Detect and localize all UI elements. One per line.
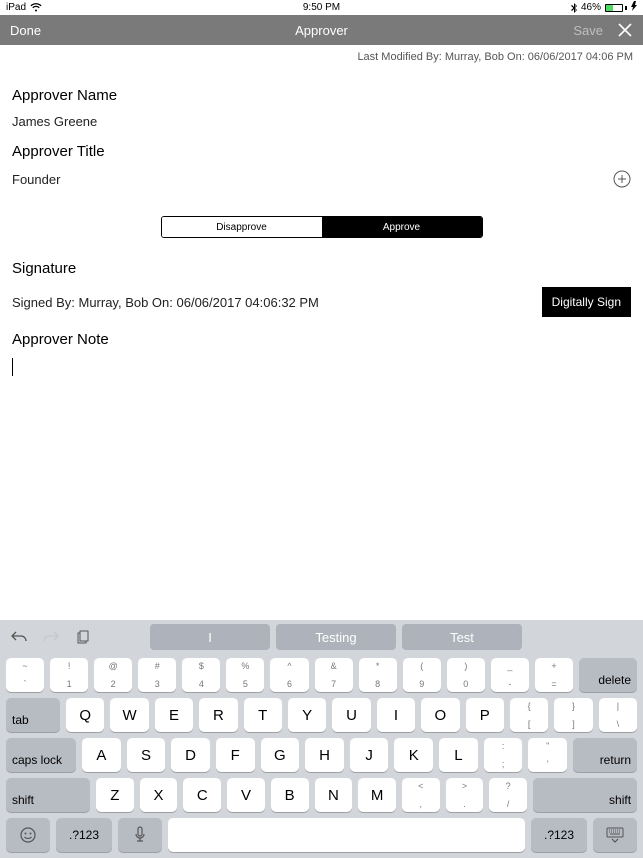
key-`[interactable]: ~` — [6, 658, 44, 692]
approver-note-label: Approver Note — [12, 331, 631, 348]
key-p[interactable]: P — [466, 698, 504, 732]
key-s[interactable]: S — [127, 738, 166, 772]
key-8[interactable]: *8 — [359, 658, 397, 692]
key-punct[interactable]: <, — [402, 778, 440, 812]
key-6[interactable]: ^6 — [270, 658, 308, 692]
suggestion-2[interactable]: Testing — [276, 624, 396, 650]
save-button[interactable]: Save — [573, 23, 603, 38]
key-hide-keyboard[interactable] — [593, 818, 637, 852]
key-9[interactable]: (9 — [403, 658, 441, 692]
key-i[interactable]: I — [377, 698, 415, 732]
key-numbers-right[interactable]: .?123 — [531, 818, 587, 852]
keyboard-suggestions: I Testing Test — [150, 624, 635, 650]
undo-icon[interactable] — [8, 626, 30, 648]
approve-button[interactable]: Approve — [322, 217, 482, 237]
key-shift-right[interactable]: shift — [533, 778, 637, 812]
key-m[interactable]: M — [358, 778, 396, 812]
battery-icon — [605, 4, 627, 12]
key-q[interactable]: Q — [66, 698, 104, 732]
page-title: Approver — [0, 23, 643, 38]
key-emoji[interactable] — [6, 818, 50, 852]
device-name: iPad — [6, 2, 26, 13]
key-r[interactable]: R — [199, 698, 237, 732]
key-l[interactable]: L — [439, 738, 478, 772]
on-screen-keyboard: I Testing Test ~`!1@2#3$4%5^6&7*8(9)0_-+… — [0, 620, 643, 858]
digitally-sign-button[interactable]: Digitally Sign — [542, 287, 631, 317]
bluetooth-icon — [571, 3, 577, 13]
nav-bar: Done Approver Save — [0, 15, 643, 45]
status-time: 9:50 PM — [0, 2, 643, 13]
redo-icon[interactable] — [40, 626, 62, 648]
key-h[interactable]: H — [305, 738, 344, 772]
suggestion-3[interactable]: Test — [402, 624, 522, 650]
approver-title-label: Approver Title — [12, 143, 631, 160]
key-7[interactable]: &7 — [315, 658, 353, 692]
key-x[interactable]: X — [140, 778, 178, 812]
key-c[interactable]: C — [183, 778, 221, 812]
key-b[interactable]: B — [271, 778, 309, 812]
approver-note-input[interactable] — [12, 358, 631, 376]
approver-name-value[interactable]: James Greene — [12, 114, 631, 129]
key-bracket[interactable]: {[ — [510, 698, 548, 732]
key-numbers-left[interactable]: .?123 — [56, 818, 112, 852]
key-u[interactable]: U — [332, 698, 370, 732]
done-button[interactable]: Done — [10, 23, 41, 38]
text-cursor — [12, 358, 13, 376]
key-j[interactable]: J — [350, 738, 389, 772]
close-icon[interactable] — [617, 22, 633, 38]
key-caps-lock[interactable]: caps lock — [6, 738, 76, 772]
key-1[interactable]: !1 — [50, 658, 88, 692]
key-d[interactable]: D — [171, 738, 210, 772]
plus-circle-icon[interactable] — [613, 170, 631, 188]
key-punct[interactable]: >. — [446, 778, 484, 812]
key-z[interactable]: Z — [96, 778, 134, 812]
key-y[interactable]: Y — [288, 698, 326, 732]
approver-name-label: Approver Name — [12, 87, 631, 104]
key-k[interactable]: K — [394, 738, 433, 772]
signature-value: Signed By: Murray, Bob On: 06/06/2017 04… — [12, 295, 319, 310]
key-delete[interactable]: delete — [579, 658, 637, 692]
key-w[interactable]: W — [110, 698, 148, 732]
charging-icon — [631, 1, 637, 14]
suggestion-1[interactable]: I — [150, 624, 270, 650]
key-space[interactable] — [168, 818, 525, 852]
key-return[interactable]: return — [573, 738, 637, 772]
key-4[interactable]: $4 — [182, 658, 220, 692]
key-punct[interactable]: "' — [528, 738, 567, 772]
key-bracket[interactable]: }] — [554, 698, 592, 732]
battery-percent: 46% — [581, 2, 601, 13]
status-bar: iPad 9:50 PM 46% — [0, 0, 643, 15]
clipboard-icon[interactable] — [72, 626, 94, 648]
last-modified-text: Last Modified By: Murray, Bob On: 06/06/… — [0, 45, 643, 63]
key-g[interactable]: G — [261, 738, 300, 772]
key-5[interactable]: %5 — [226, 658, 264, 692]
key-punct[interactable]: ?/ — [489, 778, 527, 812]
disapprove-button[interactable]: Disapprove — [162, 217, 322, 237]
key-bracket[interactable]: |\ — [599, 698, 637, 732]
key--[interactable]: _- — [491, 658, 529, 692]
key-n[interactable]: N — [315, 778, 353, 812]
key-2[interactable]: @2 — [94, 658, 132, 692]
key-f[interactable]: F — [216, 738, 255, 772]
key-t[interactable]: T — [244, 698, 282, 732]
key-shift-left[interactable]: shift — [6, 778, 90, 812]
key-tab[interactable]: tab — [6, 698, 60, 732]
key-o[interactable]: O — [421, 698, 459, 732]
form-content: Approver Name James Greene Approver Titl… — [0, 63, 643, 376]
key-e[interactable]: E — [155, 698, 193, 732]
key-0[interactable]: )0 — [447, 658, 485, 692]
key-3[interactable]: #3 — [138, 658, 176, 692]
key-dictation[interactable] — [118, 818, 162, 852]
key-a[interactable]: A — [82, 738, 121, 772]
wifi-icon — [30, 3, 42, 12]
key-punct[interactable]: :; — [484, 738, 523, 772]
signature-label: Signature — [12, 260, 631, 277]
approval-segmented-control[interactable]: Disapprove Approve — [161, 216, 483, 238]
key-v[interactable]: V — [227, 778, 265, 812]
approver-title-value[interactable]: Founder — [12, 172, 60, 187]
key-=[interactable]: += — [535, 658, 573, 692]
